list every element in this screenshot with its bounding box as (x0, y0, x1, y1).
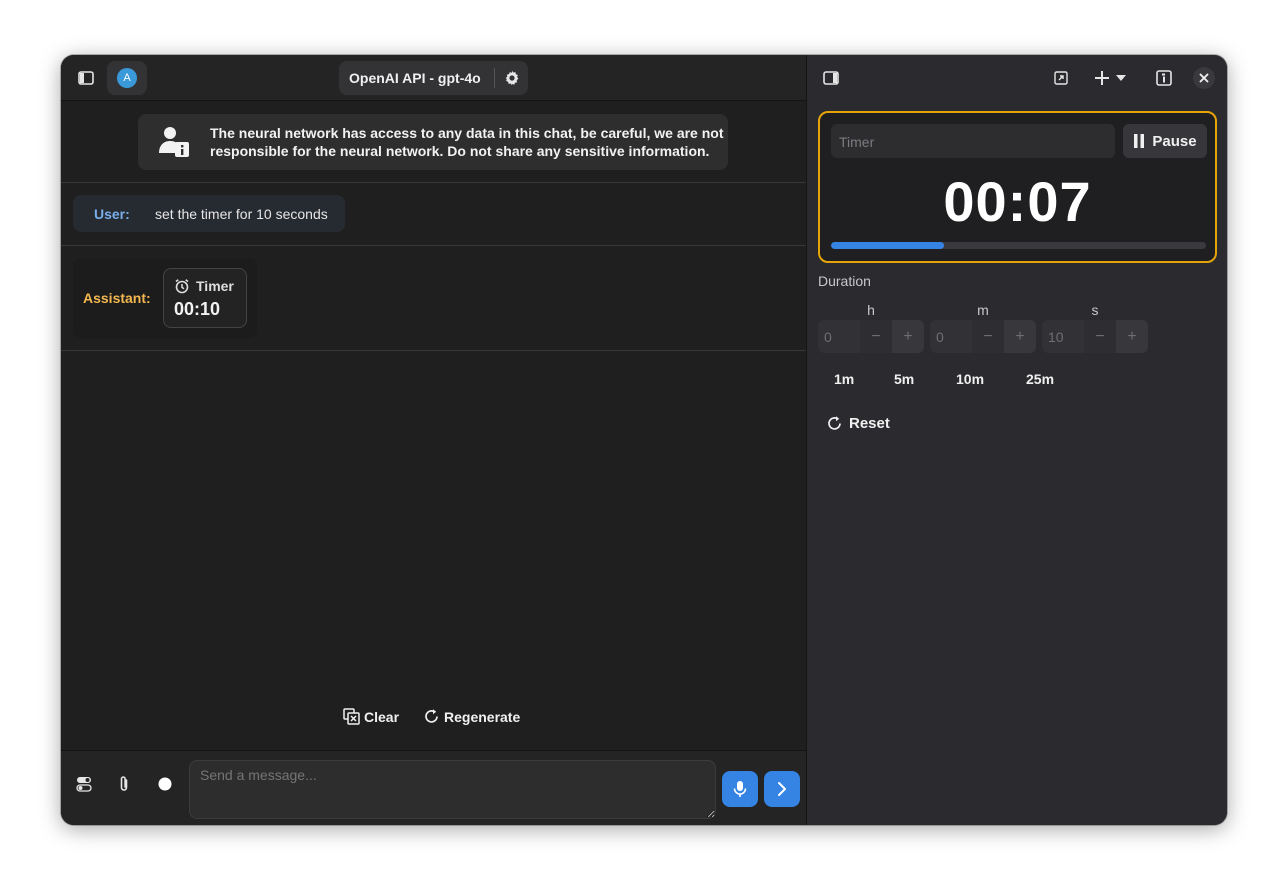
model-selector[interactable]: OpenAI API - gpt-4o (339, 61, 528, 95)
hours-value[interactable]: 0 (818, 329, 860, 345)
pause-icon (1134, 134, 1145, 148)
record-button[interactable] (152, 771, 178, 797)
timer-card[interactable]: Timer 00:10 (163, 268, 247, 328)
preset-5m-button[interactable]: 5m (894, 371, 914, 387)
alarm-clock-icon (175, 279, 189, 294)
seconds-increment-button[interactable]: + (1116, 320, 1148, 353)
timer-name-input[interactable]: Timer (831, 124, 1115, 158)
seconds-unit-label: s (1091, 302, 1099, 318)
seconds-stepper[interactable]: 10 − + (1042, 320, 1148, 353)
user-info-icon (159, 127, 189, 157)
gear-icon (505, 70, 518, 86)
info-icon (1156, 70, 1172, 86)
sidebar-icon (78, 71, 94, 85)
send-button[interactable] (764, 771, 800, 807)
close-icon (1199, 73, 1209, 83)
timer-card-value: 00:10 (174, 299, 221, 319)
notice-line-1: The neural network has access to any dat… (210, 125, 724, 141)
pause-button[interactable]: Pause (1123, 124, 1207, 158)
reset-button[interactable]: Reset (826, 415, 890, 432)
active-timer: Timer Pause 00:07 (818, 111, 1217, 263)
settings-button[interactable] (495, 70, 528, 86)
composer (61, 750, 806, 825)
attach-button[interactable] (111, 771, 137, 797)
preset-1m-button[interactable]: 1m (834, 371, 854, 387)
minutes-decrement-button[interactable]: − (972, 320, 1004, 353)
chevron-right-icon (778, 782, 786, 796)
timer-panel: Timer Pause 00:07 Duration h m s 0 − + 0… (806, 55, 1227, 825)
panel-header (807, 55, 1227, 101)
add-menu-button[interactable] (1087, 61, 1133, 95)
hours-increment-button[interactable]: + (892, 320, 924, 353)
clear-button[interactable]: Clear (343, 708, 399, 725)
minutes-increment-button[interactable]: + (1004, 320, 1036, 353)
app-window: A OpenAI API - gpt-4o The neural network… (61, 55, 1227, 825)
account-button[interactable]: A (107, 61, 147, 95)
close-button[interactable] (1193, 67, 1215, 89)
sidebar-right-icon (823, 71, 839, 85)
duration-label: Duration (818, 273, 871, 289)
info-button[interactable] (1147, 61, 1181, 95)
divider (61, 182, 806, 183)
model-label: OpenAI API - gpt-4o (349, 70, 481, 86)
user-role-label: User: (94, 205, 130, 222)
chat-pane: A OpenAI API - gpt-4o The neural network… (61, 55, 806, 825)
hours-stepper[interactable]: 0 − + (818, 320, 924, 353)
hours-decrement-button[interactable]: − (860, 320, 892, 353)
preset-10m-button[interactable]: 10m (956, 371, 984, 387)
paperclip-icon (120, 776, 128, 791)
seconds-value[interactable]: 10 (1042, 329, 1084, 345)
microphone-icon (733, 781, 747, 797)
sidebar-toggle-button[interactable] (69, 61, 103, 95)
user-message: User: set the timer for 10 seconds (73, 195, 345, 232)
refresh-icon (425, 709, 438, 723)
assistant-role-label: Assistant: (83, 290, 151, 306)
minutes-stepper[interactable]: 0 − + (930, 320, 1036, 353)
open-external-button[interactable] (1044, 61, 1078, 95)
message-input[interactable] (189, 760, 716, 819)
privacy-notice: The neural network has access to any dat… (138, 114, 728, 170)
preset-25m-button[interactable]: 25m (1026, 371, 1054, 387)
divider (61, 245, 806, 246)
reset-label: Reset (849, 415, 890, 432)
minutes-value[interactable]: 0 (930, 329, 972, 345)
chat-actions: Clear Regenerate (61, 708, 806, 730)
panel-toggle-button[interactable] (814, 61, 848, 95)
clear-label: Clear (364, 708, 400, 725)
chevron-down-icon (1115, 75, 1126, 81)
time-remaining: 00:07 (943, 170, 1092, 233)
progress-bar (831, 242, 1206, 249)
external-window-icon (1054, 71, 1068, 85)
pause-label: Pause (1152, 132, 1197, 150)
refresh-icon (828, 416, 841, 430)
record-icon (158, 777, 172, 791)
voice-input-button[interactable] (722, 771, 758, 807)
regenerate-label: Regenerate (444, 708, 521, 725)
plus-icon (1094, 71, 1109, 85)
avatar: A (117, 68, 137, 88)
minutes-unit-label: m (977, 302, 989, 318)
timer-card-title: Timer (196, 278, 234, 294)
assistant-message: Assistant: Timer 00:10 (73, 258, 257, 338)
progress-fill (831, 242, 944, 249)
notice-line-2: responsible for the neural network. Do n… (210, 143, 710, 159)
seconds-decrement-button[interactable]: − (1084, 320, 1116, 353)
hours-unit-label: h (867, 302, 875, 318)
regenerate-button[interactable]: Regenerate (423, 708, 520, 725)
clear-icon (343, 708, 360, 725)
divider (61, 350, 806, 351)
chat-header: A OpenAI API - gpt-4o (61, 55, 806, 101)
toggles-icon (76, 777, 92, 792)
user-message-text: set the timer for 10 seconds (155, 205, 328, 222)
toggles-button[interactable] (71, 771, 97, 797)
